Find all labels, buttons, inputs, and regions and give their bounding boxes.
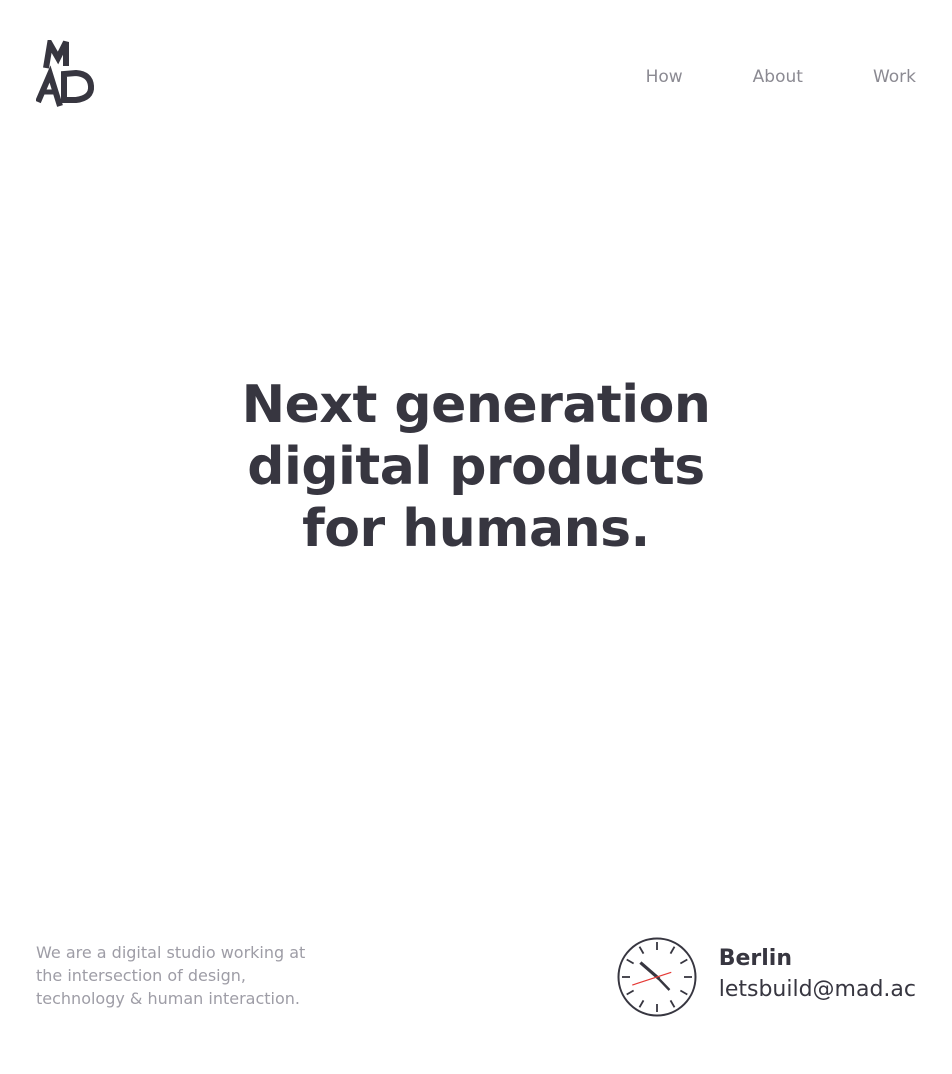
page: How About Work Next generation digital p… xyxy=(0,0,952,1074)
mad-logo-icon xyxy=(36,40,95,107)
clock-face xyxy=(617,937,697,1017)
main-nav: How About Work xyxy=(646,66,916,88)
hero-line: Next generation xyxy=(241,375,711,435)
nav-link-how[interactable]: How xyxy=(646,66,683,88)
intro-line: We are a digital studio working at xyxy=(36,943,306,962)
hero-line: for humans. xyxy=(302,499,650,559)
intro-line: the intersection of design, xyxy=(36,966,247,985)
clock-icon xyxy=(616,936,698,1018)
hero-headline: Next generation digital products for hum… xyxy=(0,374,952,560)
studio-intro: We are a digital studio working at the i… xyxy=(36,941,336,1010)
office-city: Berlin xyxy=(718,946,793,971)
nav-link-work[interactable]: Work xyxy=(873,66,916,88)
hero-line: digital products xyxy=(247,437,705,497)
contact-block: Berlin letsbuild@mad.ac xyxy=(719,944,916,1006)
mad-logo[interactable] xyxy=(36,40,96,110)
intro-line: technology & human interaction. xyxy=(36,989,301,1008)
contact-email-link[interactable]: letsbuild@mad.ac xyxy=(719,974,916,1006)
nav-link-about[interactable]: About xyxy=(753,66,803,88)
